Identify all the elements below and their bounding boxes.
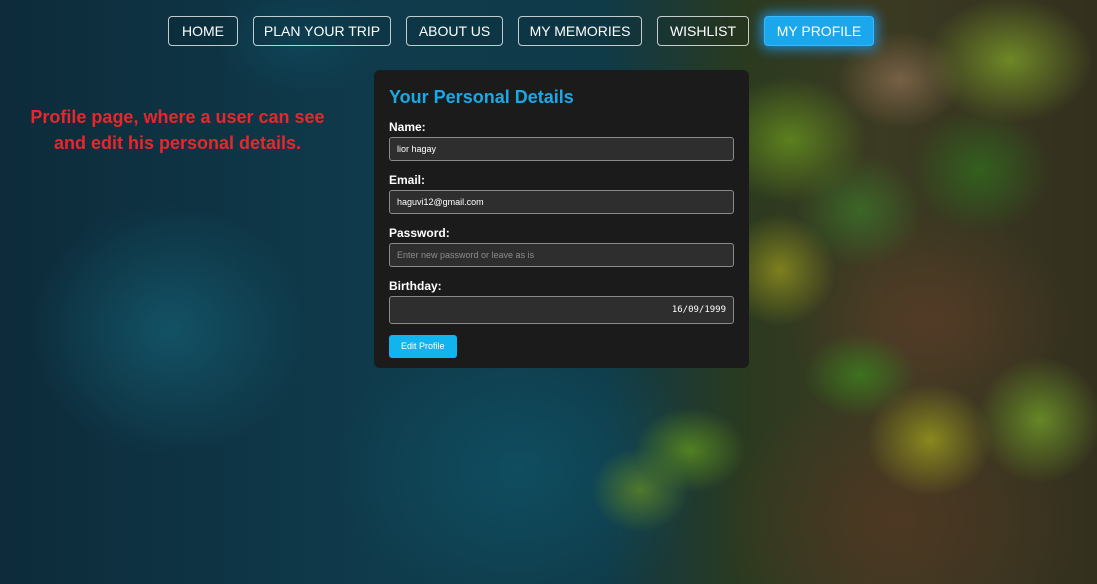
nav-about-us-button[interactable]: ABOUT US xyxy=(406,16,503,46)
birthday-label: Birthday: xyxy=(389,279,442,293)
nav-wishlist-button[interactable]: WISHLIST xyxy=(657,16,749,46)
email-label: Email: xyxy=(389,173,426,187)
nav-plan-trip-button[interactable]: PLAN YOUR TRIP xyxy=(253,16,391,46)
nav-my-memories-button[interactable]: MY MEMORIES xyxy=(518,16,642,46)
edit-profile-button[interactable]: Edit Profile xyxy=(389,335,457,358)
email-field[interactable]: haguvi12@gmail.com xyxy=(389,190,734,214)
profile-card: Your Personal Details Name: lior hagay E… xyxy=(374,70,749,368)
password-label: Password: xyxy=(389,226,450,240)
page-title: Your Personal Details xyxy=(389,87,574,107)
main-nav: HOME PLAN YOUR TRIP ABOUT US MY MEMORIES… xyxy=(0,16,1097,48)
name-label: Name: xyxy=(389,120,426,134)
nav-home-button[interactable]: HOME xyxy=(168,16,238,46)
birthday-field[interactable]: 16/09/1999 xyxy=(389,296,734,324)
password-field[interactable]: Enter new password or leave as is xyxy=(389,243,734,267)
nav-my-profile-button[interactable]: MY PROFILE xyxy=(764,16,874,46)
annotation-text: Profile page, where a user can see and e… xyxy=(30,107,325,153)
name-field[interactable]: lior hagay xyxy=(389,137,734,161)
